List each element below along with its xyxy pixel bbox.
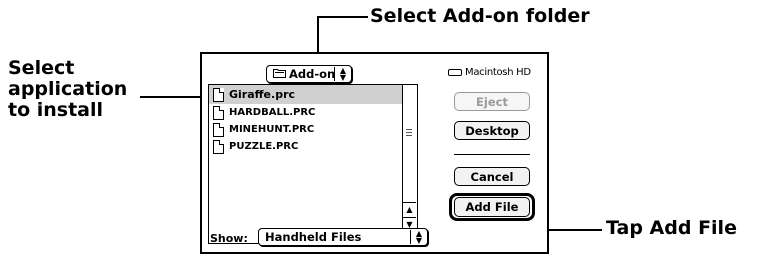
up-down-arrows-icon: ▲ ▼ (333, 67, 346, 82)
folder-popup-label: Add-on (289, 67, 336, 81)
scrollbar-grip (406, 135, 412, 136)
callout-select-app-line3: to install (8, 99, 104, 121)
show-popup[interactable]: Handheld Files ▲ ▼ (258, 228, 428, 246)
document-icon (213, 87, 224, 102)
drive-name: Macintosh HD (465, 67, 531, 78)
up-down-arrows-icon: ▲ ▼ (409, 230, 422, 245)
show-popup-value: Handheld Files (265, 230, 362, 244)
cancel-button[interactable]: Cancel (454, 167, 530, 186)
file-name: MINEHUNT.PRC (229, 124, 315, 135)
list-scrollbar[interactable]: ▲ ▼ (402, 85, 417, 243)
drive-indicator: Macintosh HD (448, 67, 531, 78)
button-divider (454, 154, 530, 155)
scrollbar-grip (406, 132, 412, 133)
folder-popup[interactable]: Add-on ▲ ▼ (266, 65, 352, 83)
list-item[interactable]: HARDBALL.PRC (209, 104, 405, 121)
list-item[interactable]: Giraffe.prc (209, 85, 405, 104)
file-list-items: Giraffe.prc HARDBALL.PRC MINEHUNT.PRC PU… (209, 85, 405, 243)
callout-select-folder: Select Add-on folder (370, 5, 590, 27)
document-icon (213, 139, 224, 154)
desktop-button[interactable]: Desktop (454, 121, 530, 140)
scrollbar-grip (406, 129, 412, 130)
callout-select-app-line1: Select (8, 57, 75, 79)
scroll-up-arrow-icon[interactable]: ▲ (403, 202, 416, 217)
file-list[interactable]: Giraffe.prc HARDBALL.PRC MINEHUNT.PRC PU… (208, 84, 418, 244)
file-name: HARDBALL.PRC (229, 107, 316, 118)
list-item[interactable]: MINEHUNT.PRC (209, 121, 405, 138)
file-name: PUZZLE.PRC (229, 141, 299, 152)
add-file-button[interactable]: Add File (454, 197, 530, 217)
callout-select-app-line2: application (8, 78, 128, 100)
folder-icon (273, 67, 286, 81)
list-item[interactable]: PUZZLE.PRC (209, 138, 405, 155)
callout-tap-add-file: Tap Add File (606, 217, 737, 239)
eject-button[interactable]: Eject (454, 92, 530, 111)
hard-drive-icon (448, 69, 462, 76)
show-label: Show: (210, 232, 248, 245)
document-icon (213, 122, 224, 137)
file-name: Giraffe.prc (229, 88, 296, 101)
document-icon (213, 105, 224, 120)
leader-line-folder-h (318, 16, 368, 18)
file-dialog: Add-on ▲ ▼ Macintosh HD Giraffe.prc HARDB… (200, 52, 549, 254)
